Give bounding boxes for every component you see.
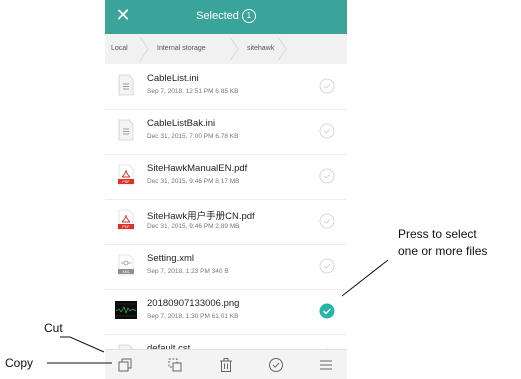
file-manager-screen: ✕ Selected 1 Local Internal storage siteh… (105, 0, 347, 379)
header-title-text: Selected (196, 9, 239, 22)
breadcrumb-local[interactable]: Local (111, 34, 128, 64)
file-meta: Dec 31, 2015, 9:46 PM 2.89 MB (147, 223, 240, 230)
file-name: 20180907133006.png (147, 298, 240, 309)
file-meta: Dec 31, 2015, 9:46 PM 8.17 MB (147, 178, 240, 185)
annotation-select-line-2: one or more files (398, 244, 488, 258)
file-name: CableListBak.ini (147, 118, 216, 129)
copy-icon[interactable] (117, 357, 133, 373)
annotation-copy: Copy (5, 356, 34, 370)
checkbox-unchecked-icon[interactable] (319, 168, 335, 184)
svg-text:XML: XML (122, 270, 129, 274)
file-name: SiteHawk用户手册CN.pdf (147, 211, 255, 222)
image-thumbnail-icon (115, 301, 137, 319)
breadcrumb-sitehawk[interactable]: sitehawk (247, 34, 274, 64)
selected-count-badge: 1 (241, 9, 256, 23)
checkbox-unchecked-icon[interactable] (319, 213, 335, 229)
annotation-cut: Cut (44, 321, 63, 335)
checkbox-unchecked-icon[interactable] (319, 78, 335, 94)
file-list-item[interactable]: 20180907133006.png Sep 7, 2018, 1:30 PM 6… (105, 289, 347, 335)
file-list-item[interactable]: CableListBak.ini Dec 31, 2015, 7:00 PM 6.… (105, 109, 347, 155)
delete-icon[interactable] (218, 357, 234, 373)
selection-header: ✕ Selected 1 (105, 0, 347, 34)
file-list-item[interactable]: CableList.ini Sep 7, 2018, 12:51 PM 6.85 … (105, 64, 347, 110)
pdf-icon: PDF (118, 164, 134, 186)
file-meta: Sep 7, 2018, 1:30 PM 61.01 KB (147, 313, 239, 320)
document-icon (118, 74, 134, 96)
breadcrumb: Local Internal storage sitehawk (105, 34, 347, 64)
breadcrumb-separator-icon (277, 37, 287, 61)
xml-icon: XML (118, 254, 134, 276)
file-name: Setting.xml (147, 253, 194, 264)
svg-text:PDF: PDF (122, 180, 130, 184)
checkbox-unchecked-icon[interactable] (319, 123, 335, 139)
checkbox-unchecked-icon[interactable] (319, 258, 335, 274)
breadcrumb-separator-icon (139, 37, 149, 61)
checkbox-checked-icon[interactable] (319, 303, 335, 319)
breadcrumb-internal-storage[interactable]: Internal storage (157, 34, 206, 64)
more-menu-icon[interactable] (318, 357, 334, 373)
header-title: Selected 1 (105, 9, 347, 23)
file-list-item[interactable]: XML Setting.xml Sep 7, 2018, 1:23 PM 340 B (105, 244, 347, 290)
file-list: CableList.ini Sep 7, 2018, 12:51 PM 6.85 … (105, 64, 347, 349)
annotation-select-line-1: Press to select (398, 227, 477, 241)
file-meta: Sep 7, 2018, 1:23 PM 340 B (147, 268, 229, 275)
bottom-toolbar (105, 349, 347, 379)
document-icon (118, 119, 134, 141)
file-list-item[interactable]: ?default.cstSep 7, 2018, 12:51 PM 1.07 K… (105, 334, 347, 349)
select-all-icon[interactable] (268, 357, 284, 373)
file-meta: Dec 31, 2015, 7:00 PM 6.78 KB (147, 133, 239, 140)
file-meta: Sep 7, 2018, 12:51 PM 6.85 KB (147, 88, 239, 95)
breadcrumb-separator-icon (229, 37, 239, 61)
cut-icon[interactable] (167, 357, 183, 373)
svg-text:PDF: PDF (122, 225, 130, 229)
pdf-icon: PDF (118, 209, 134, 231)
file-list-item[interactable]: PDF SiteHawk用户手册CN.pdf Dec 31, 2015, 9:46 … (105, 199, 347, 245)
annotation-select-files: Press to select one or more files (398, 226, 487, 260)
file-name: CableList.ini (147, 73, 199, 84)
file-name: SiteHawkManualEN.pdf (147, 163, 248, 174)
file-list-item[interactable]: PDF SiteHawkManualEN.pdf Dec 31, 2015, 9:4… (105, 154, 347, 200)
